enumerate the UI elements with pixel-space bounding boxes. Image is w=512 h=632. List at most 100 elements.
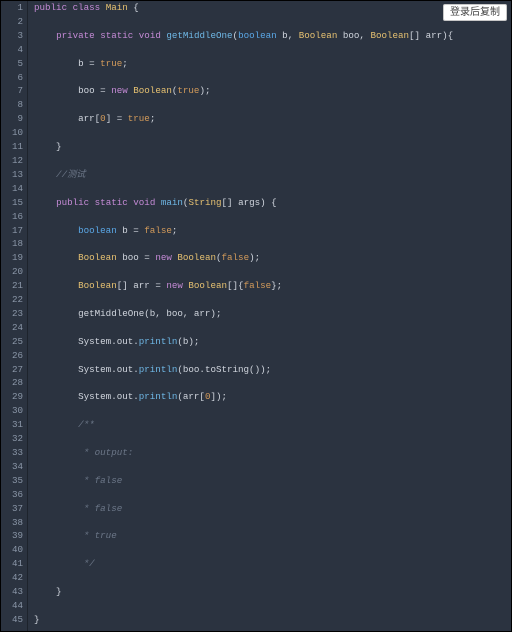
code-line: * false — [28, 474, 511, 488]
code-token — [34, 30, 56, 41]
code-token: [] args) { — [222, 197, 277, 208]
line-number: 17 — [1, 224, 27, 238]
code-token: b, — [277, 30, 299, 41]
code-token — [34, 225, 78, 236]
line-number: 37 — [1, 502, 27, 516]
line-number: 22 — [1, 293, 27, 307]
code-line: Boolean[] arr = new Boolean[]{false}; — [28, 279, 511, 293]
code-line: /** — [28, 418, 511, 432]
line-number: 10 — [1, 126, 27, 140]
code-token: { — [128, 2, 139, 13]
code-token: new — [155, 252, 172, 263]
code-token: ; — [150, 113, 156, 124]
code-token: true — [128, 113, 150, 124]
code-line: } — [28, 613, 511, 627]
code-token: void — [139, 30, 161, 41]
code-token: System.out. — [34, 336, 139, 347]
line-number: 31 — [1, 418, 27, 432]
line-number: 36 — [1, 488, 27, 502]
code-token: boolean — [78, 225, 117, 236]
code-token: []{ — [227, 280, 244, 291]
code-line — [28, 376, 511, 390]
code-token: } — [34, 141, 62, 152]
code-token: * output: — [34, 447, 133, 458]
line-number: 2 — [1, 15, 27, 29]
code-line: System.out.println(boo.toString()); — [28, 363, 511, 377]
line-number: 13 — [1, 168, 27, 182]
code-line — [28, 571, 511, 585]
code-line — [28, 265, 511, 279]
code-line: b = true; — [28, 57, 511, 71]
code-area: public class Main { private static void … — [28, 1, 511, 631]
line-number: 18 — [1, 237, 27, 251]
code-line: * output: — [28, 446, 511, 460]
code-token: private — [56, 30, 95, 41]
code-token: boo = — [117, 252, 156, 263]
line-number: 11 — [1, 140, 27, 154]
code-token: true — [100, 58, 122, 69]
code-token: boolean — [238, 30, 277, 41]
code-line — [28, 154, 511, 168]
line-number: 40 — [1, 543, 27, 557]
line-number: 38 — [1, 516, 27, 530]
line-number: 6 — [1, 71, 27, 85]
line-number: 30 — [1, 404, 27, 418]
line-number: 12 — [1, 154, 27, 168]
code-token: * true — [34, 530, 117, 541]
code-token: ; — [172, 225, 178, 236]
code-line — [28, 404, 511, 418]
code-line: private static void getMiddleOne(boolean… — [28, 29, 511, 43]
code-line: System.out.println(b); — [28, 335, 511, 349]
line-number: 45 — [1, 613, 27, 627]
code-token: false — [222, 252, 250, 263]
line-number: 43 — [1, 585, 27, 599]
code-token: } — [34, 614, 40, 625]
line-number: 23 — [1, 307, 27, 321]
code-block-frame: 登录后复制 1234567891011121314151617181920212… — [0, 0, 512, 632]
code-token: ); — [199, 85, 210, 96]
line-number: 7 — [1, 84, 27, 98]
code-line: arr[0] = true; — [28, 112, 511, 126]
code-token: true — [177, 85, 199, 96]
line-number: 3 — [1, 29, 27, 43]
code-line: //测试 — [28, 168, 511, 182]
line-number: 4 — [1, 43, 27, 57]
code-token — [34, 280, 78, 291]
code-line: * false — [28, 502, 511, 516]
line-number: 21 — [1, 279, 27, 293]
line-number: 44 — [1, 599, 27, 613]
line-number: 14 — [1, 182, 27, 196]
code-line — [28, 43, 511, 57]
code-token: Boolean — [78, 280, 117, 291]
code-token: void — [133, 197, 155, 208]
line-number: 24 — [1, 321, 27, 335]
code-token: static — [95, 197, 128, 208]
code-token: [] arr = — [117, 280, 167, 291]
code-token: Boolean — [188, 280, 227, 291]
line-number: 5 — [1, 57, 27, 71]
line-number: 16 — [1, 210, 27, 224]
line-number: 29 — [1, 390, 27, 404]
code-token: class — [73, 2, 101, 13]
code-line — [28, 182, 511, 196]
code-line: public class Main { — [28, 1, 511, 15]
code-token: println — [139, 364, 178, 375]
code-line — [28, 599, 511, 613]
code-token: static — [100, 30, 133, 41]
line-number: 42 — [1, 571, 27, 585]
code-token: Boolean — [177, 252, 216, 263]
code-token: Boolean — [78, 252, 117, 263]
code-token: getMiddleOne — [166, 30, 232, 41]
code-token: public — [56, 197, 89, 208]
code-line — [28, 543, 511, 557]
code-token: println — [139, 391, 178, 402]
code-token: [] arr){ — [409, 30, 453, 41]
line-number: 20 — [1, 265, 27, 279]
line-number: 41 — [1, 557, 27, 571]
line-number: 15 — [1, 196, 27, 210]
code-token: ] = — [106, 113, 128, 124]
line-number: 26 — [1, 349, 27, 363]
code-token: b = — [117, 225, 145, 236]
code-token: (boo.toString()); — [177, 364, 271, 375]
code-line — [28, 71, 511, 85]
